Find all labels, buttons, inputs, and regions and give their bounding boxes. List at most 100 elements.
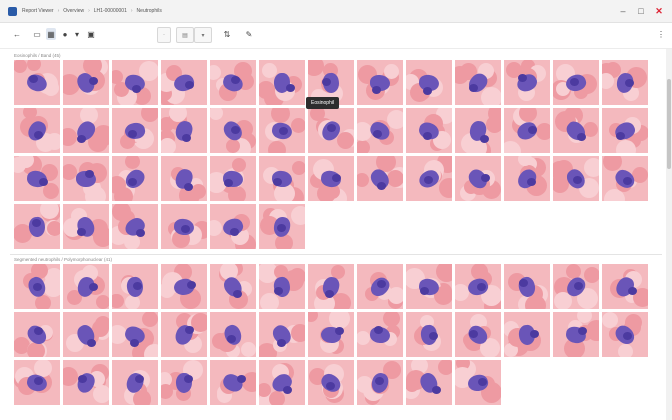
page-icon[interactable]: ▭ bbox=[32, 28, 42, 40]
cell-tile[interactable] bbox=[259, 264, 305, 309]
cell-tile[interactable] bbox=[602, 60, 648, 105]
cell-tile[interactable] bbox=[308, 360, 354, 405]
cell-tile[interactable] bbox=[112, 204, 158, 249]
cell-tile[interactable] bbox=[112, 360, 158, 405]
breadcrumb-item-cells[interactable]: Neutrophils bbox=[137, 8, 162, 14]
cell-tile[interactable] bbox=[406, 360, 452, 405]
cell-tile[interactable] bbox=[63, 156, 109, 201]
cell-tile[interactable] bbox=[406, 60, 452, 105]
cell-tile[interactable] bbox=[161, 156, 207, 201]
cell-tile[interactable] bbox=[112, 264, 158, 309]
cell-tile[interactable] bbox=[455, 360, 501, 405]
breadcrumb-item-sample[interactable]: LH1-00000001 bbox=[94, 8, 127, 14]
cell-tile[interactable] bbox=[210, 264, 256, 309]
cell-tile[interactable] bbox=[357, 156, 403, 201]
scrollbar-thumb[interactable] bbox=[667, 79, 671, 169]
bullet-icon[interactable]: ● bbox=[60, 28, 70, 40]
cell-tile[interactable] bbox=[602, 264, 648, 309]
scrollbar[interactable] bbox=[666, 49, 672, 420]
more-options-icon[interactable]: ⋮ bbox=[656, 28, 666, 40]
cell-tile[interactable] bbox=[14, 312, 60, 357]
cell-tile[interactable] bbox=[14, 108, 60, 153]
cell-tile[interactable] bbox=[504, 60, 550, 105]
cell-tile[interactable] bbox=[602, 108, 648, 153]
center-button[interactable]: · bbox=[157, 27, 171, 43]
cell-tile[interactable] bbox=[406, 264, 452, 309]
cell-tile[interactable] bbox=[602, 312, 648, 357]
cell-tile[interactable] bbox=[504, 108, 550, 153]
cell-tile[interactable] bbox=[553, 156, 599, 201]
cell-tile[interactable] bbox=[14, 156, 60, 201]
cell-tile[interactable] bbox=[259, 156, 305, 201]
cell-tile[interactable] bbox=[112, 60, 158, 105]
cell-tile[interactable] bbox=[161, 108, 207, 153]
cell-tile[interactable] bbox=[63, 60, 109, 105]
cell-tile[interactable] bbox=[406, 156, 452, 201]
cell-tile[interactable] bbox=[14, 204, 60, 249]
layout-a-button[interactable]: ▤ bbox=[176, 27, 194, 43]
image-icon[interactable]: ▣ bbox=[86, 28, 96, 40]
cell-tile[interactable] bbox=[259, 360, 305, 405]
cell-tile[interactable] bbox=[63, 108, 109, 153]
cell-tile[interactable] bbox=[357, 264, 403, 309]
cell-tile[interactable] bbox=[210, 156, 256, 201]
chevron-down-icon[interactable]: ▾ bbox=[72, 28, 82, 40]
cell-tile[interactable] bbox=[14, 360, 60, 405]
cell-tile[interactable] bbox=[210, 60, 256, 105]
cell-tile[interactable] bbox=[112, 312, 158, 357]
cell-tile[interactable] bbox=[210, 108, 256, 153]
cell-tile[interactable] bbox=[357, 312, 403, 357]
cell-tile[interactable] bbox=[553, 312, 599, 357]
cell-tile[interactable] bbox=[308, 108, 354, 153]
cell-tile[interactable] bbox=[504, 312, 550, 357]
cell-tile[interactable] bbox=[455, 156, 501, 201]
cell-tile[interactable] bbox=[210, 312, 256, 357]
back-arrow-icon[interactable]: ← bbox=[12, 28, 22, 40]
layout-b-button[interactable]: ▾ bbox=[194, 27, 212, 43]
cell-tile[interactable] bbox=[161, 264, 207, 309]
cell-tile[interactable] bbox=[259, 60, 305, 105]
cell-tile[interactable] bbox=[553, 264, 599, 309]
cell-tile[interactable] bbox=[553, 108, 599, 153]
cell-tile[interactable] bbox=[161, 204, 207, 249]
cell-tile[interactable] bbox=[210, 204, 256, 249]
cell-tile[interactable] bbox=[357, 108, 403, 153]
cell-tile[interactable] bbox=[504, 156, 550, 201]
cell-tile[interactable] bbox=[357, 360, 403, 405]
cell-tile[interactable] bbox=[308, 312, 354, 357]
cell-tile[interactable] bbox=[455, 60, 501, 105]
cell-tile[interactable] bbox=[161, 60, 207, 105]
cell-tile[interactable] bbox=[259, 204, 305, 249]
cell-tile[interactable] bbox=[455, 312, 501, 357]
cell-tile[interactable] bbox=[63, 264, 109, 309]
cell-tile[interactable] bbox=[455, 264, 501, 309]
cell-tile[interactable] bbox=[406, 312, 452, 357]
sort-icon[interactable]: ⇅ bbox=[222, 28, 232, 40]
breadcrumb-item-overview[interactable]: Overview bbox=[63, 8, 84, 14]
cell-tile[interactable] bbox=[259, 108, 305, 153]
cell-tile[interactable] bbox=[63, 204, 109, 249]
cell-tile[interactable] bbox=[357, 60, 403, 105]
cell-tile[interactable] bbox=[259, 312, 305, 357]
cell-tile[interactable] bbox=[602, 156, 648, 201]
close-icon[interactable]: ✕ bbox=[650, 0, 668, 22]
cell-tile[interactable] bbox=[63, 360, 109, 405]
cell-tile[interactable] bbox=[308, 264, 354, 309]
settings-icon[interactable]: ✎ bbox=[244, 28, 254, 40]
cell-tile[interactable] bbox=[112, 108, 158, 153]
cell-tile[interactable] bbox=[14, 60, 60, 105]
cell-tile[interactable] bbox=[308, 156, 354, 201]
cell-tile[interactable] bbox=[161, 312, 207, 357]
cell-tile[interactable] bbox=[14, 264, 60, 309]
minimize-icon[interactable]: – bbox=[614, 0, 632, 22]
cell-tile[interactable] bbox=[406, 108, 452, 153]
cell-tile[interactable] bbox=[455, 108, 501, 153]
cell-tile[interactable] bbox=[210, 360, 256, 405]
grid-view-icon[interactable]: ▦ bbox=[46, 28, 56, 40]
cell-tile[interactable] bbox=[161, 360, 207, 405]
maximize-icon[interactable]: □ bbox=[632, 0, 650, 22]
cell-tile[interactable] bbox=[553, 60, 599, 105]
cell-tile[interactable] bbox=[112, 156, 158, 201]
cell-tile[interactable] bbox=[63, 312, 109, 357]
cell-tile[interactable] bbox=[504, 264, 550, 309]
